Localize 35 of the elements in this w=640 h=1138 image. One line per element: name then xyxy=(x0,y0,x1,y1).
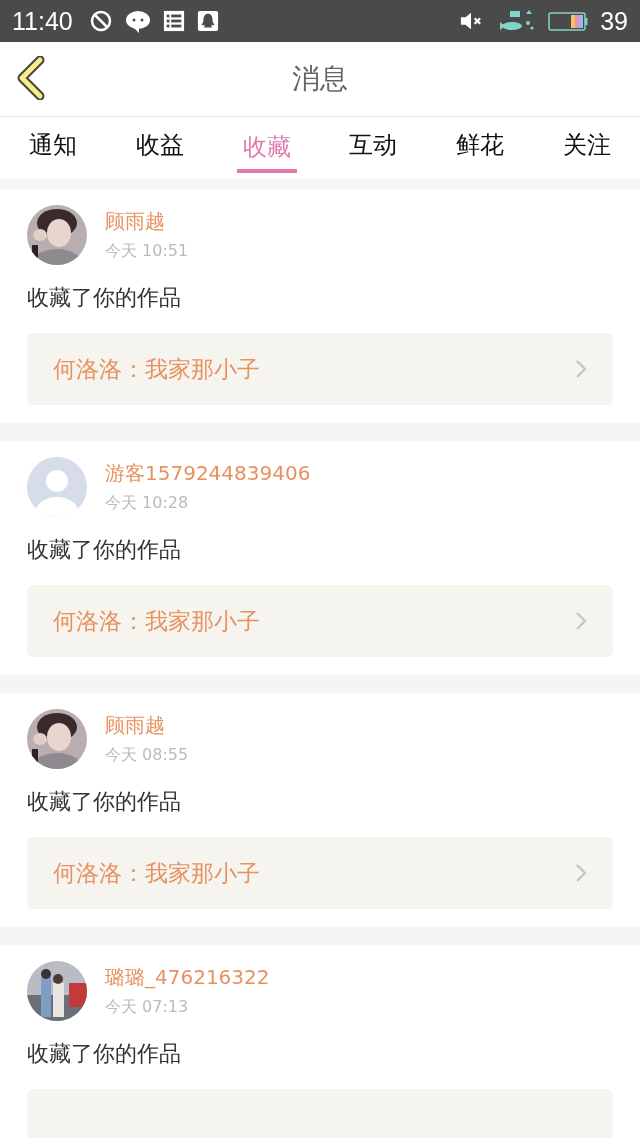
work-link[interactable]: 何洛洛：我家那小子 xyxy=(27,585,613,657)
back-button[interactable] xyxy=(16,56,46,100)
work-link[interactable]: 何洛洛：我家那小子 xyxy=(27,333,613,405)
message-text: 收藏了你的作品 xyxy=(27,1040,182,1068)
chevron-right-icon xyxy=(575,611,587,631)
work-title: 何洛洛：我家那小子 xyxy=(53,858,260,888)
tab[interactable]: 互动 xyxy=(343,117,404,169)
battery-icon xyxy=(548,10,589,32)
message-text: 收藏了你的作品 xyxy=(27,284,182,312)
chat-bubble-icon xyxy=(124,9,151,33)
message-text: 收藏了你的作品 xyxy=(27,788,182,816)
battery-level: 39 xyxy=(600,6,628,36)
tab[interactable]: 收益 xyxy=(130,117,190,169)
status-time: 11:40 xyxy=(12,6,73,36)
tab[interactable]: 鲜花 xyxy=(450,117,510,169)
message-text: 收藏了你的作品 xyxy=(27,536,182,564)
work-link[interactable]: 何洛洛：我家那小子 xyxy=(27,837,613,909)
message-time: 今天 07:13 xyxy=(105,997,190,1018)
list-icon xyxy=(162,10,185,32)
work-title: 何洛洛：我家那小子 xyxy=(53,606,260,636)
work-title: 何洛洛：我家那小子 xyxy=(53,354,260,384)
message-time: 今天 10:51 xyxy=(105,241,189,262)
user-name[interactable]: 游客1579244839406 xyxy=(105,460,311,487)
chevron-right-icon xyxy=(575,359,587,379)
tab[interactable]: 关注 xyxy=(556,117,617,169)
blocked-icon xyxy=(88,9,113,33)
user-name[interactable]: 顾雨越 xyxy=(105,208,189,235)
user-name[interactable]: 璐璐_476216322 xyxy=(105,964,270,991)
message-time: 今天 08:55 xyxy=(105,745,189,766)
tab[interactable]: 通知 xyxy=(23,117,84,169)
tab[interactable]: 收藏 xyxy=(236,117,297,173)
message-time: 今天 10:28 xyxy=(105,493,190,514)
chevron-right-icon xyxy=(575,863,587,883)
user-name[interactable]: 顾雨越 xyxy=(105,712,189,739)
page-title: 消息 xyxy=(292,61,348,97)
